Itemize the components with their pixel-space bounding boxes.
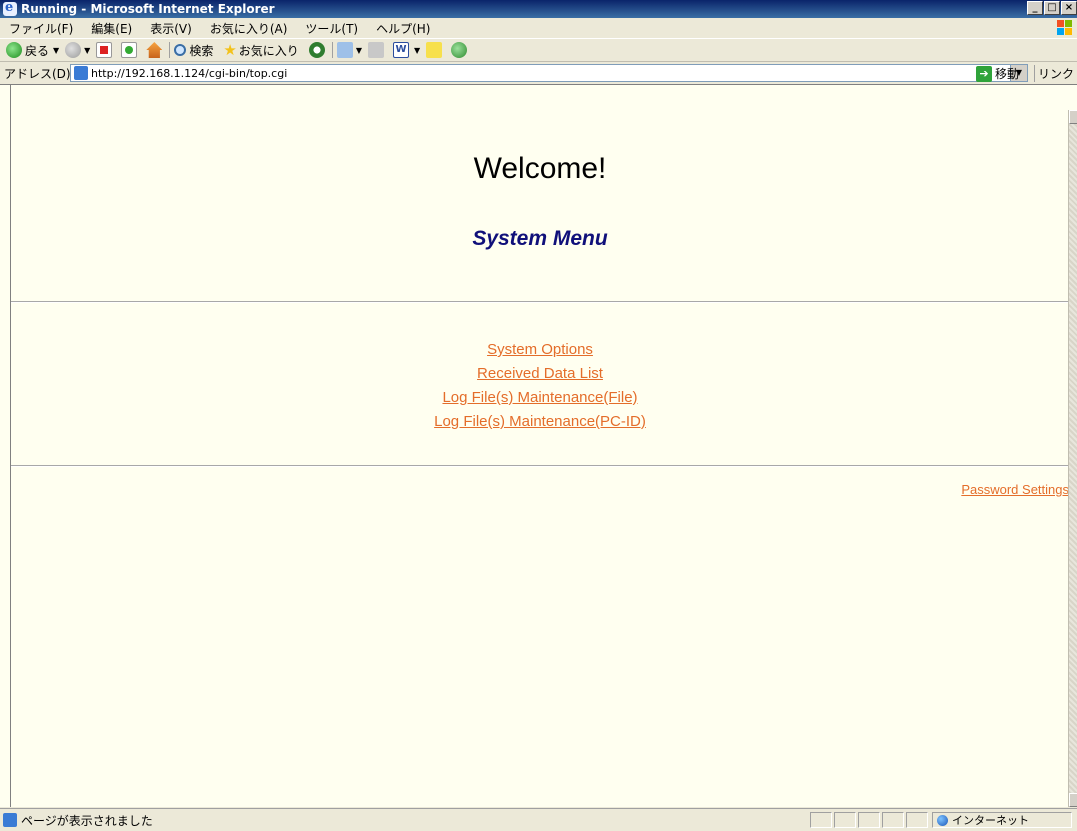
page-icon bbox=[74, 66, 88, 80]
status-bar: ページが表示されました インターネット bbox=[0, 808, 1077, 831]
mail-dropdown-icon[interactable]: ▼ bbox=[356, 46, 362, 55]
star-icon: ★ bbox=[223, 41, 237, 59]
address-bar: アドレス(D) http://192.168.1.124/cgi-bin/top… bbox=[0, 62, 1077, 84]
link-system-options[interactable]: System Options bbox=[11, 338, 1069, 362]
refresh-icon bbox=[121, 42, 138, 58]
menu-favorites[interactable]: お気に入り(A) bbox=[201, 20, 297, 37]
status-pane bbox=[858, 812, 880, 828]
mail-icon bbox=[336, 42, 353, 58]
forward-arrow-icon bbox=[65, 42, 82, 58]
scroll-up-button[interactable] bbox=[1069, 110, 1077, 124]
security-zone[interactable]: インターネット bbox=[932, 812, 1072, 828]
close-button[interactable]: × bbox=[1061, 1, 1077, 15]
back-button[interactable]: 戻る ▼ bbox=[6, 42, 59, 59]
forward-button[interactable]: ▼ bbox=[65, 42, 90, 58]
refresh-button[interactable] bbox=[121, 42, 140, 58]
messenger-button[interactable] bbox=[451, 42, 470, 58]
search-label: 検索 bbox=[189, 43, 214, 58]
menu-tools[interactable]: ツール(T) bbox=[296, 20, 367, 37]
notes-icon bbox=[426, 42, 443, 58]
page-status-icon bbox=[3, 813, 17, 827]
address-input[interactable]: http://192.168.1.124/cgi-bin/top.cgi ▼ bbox=[70, 64, 1028, 82]
stop-icon bbox=[96, 42, 113, 58]
favorites-label: お気に入り bbox=[238, 43, 299, 58]
window-title-bar[interactable]: Running - Microsoft Internet Explorer _ … bbox=[0, 0, 1077, 18]
globe-icon bbox=[937, 814, 948, 826]
toolbar: 戻る ▼ ▼ 検索 ★ お気に入り ▼ W ▼ bbox=[0, 39, 1077, 62]
page-heading: Welcome! bbox=[473, 152, 607, 185]
system-menu-links: System Options Received Data List Log Fi… bbox=[11, 338, 1069, 434]
mail-button[interactable]: ▼ bbox=[336, 42, 362, 58]
link-log-maintenance-pcid[interactable]: Log File(s) Maintenance(PC-ID) bbox=[11, 410, 1069, 434]
toolbar-separator bbox=[331, 42, 333, 58]
back-arrow-icon bbox=[6, 42, 22, 58]
zone-label: インターネット bbox=[952, 814, 1029, 827]
status-pane bbox=[906, 812, 928, 828]
search-button[interactable]: 検索 bbox=[174, 42, 213, 59]
forward-dropdown-icon[interactable]: ▼ bbox=[84, 46, 90, 55]
status-text: ページが表示されました bbox=[21, 813, 153, 828]
page-subheading: System Menu bbox=[472, 227, 608, 250]
print-button[interactable] bbox=[367, 42, 387, 58]
go-button[interactable]: ➔ 移動 bbox=[976, 65, 1019, 82]
toolbar-separator bbox=[169, 42, 171, 58]
history-icon bbox=[308, 42, 325, 58]
status-pane bbox=[882, 812, 904, 828]
edit-button[interactable]: W ▼ bbox=[392, 42, 420, 58]
links-button[interactable]: リンク bbox=[1034, 65, 1074, 82]
menu-view[interactable]: 表示(V) bbox=[141, 20, 201, 37]
search-icon bbox=[174, 44, 187, 56]
content-margin bbox=[0, 85, 10, 807]
menu-edit[interactable]: 編集(E) bbox=[82, 20, 141, 37]
address-label: アドレス(D) bbox=[4, 66, 71, 81]
menu-bar: ファイル(F) 編集(E) 表示(V) お気に入り(A) ツール(T) ヘルプ(… bbox=[0, 18, 1077, 39]
stop-button[interactable] bbox=[96, 42, 115, 58]
menu-help[interactable]: ヘルプ(H) bbox=[367, 20, 439, 37]
go-label: 移動 bbox=[995, 67, 1020, 81]
status-pane bbox=[810, 812, 832, 828]
status-pane bbox=[834, 812, 856, 828]
menu-file[interactable]: ファイル(F) bbox=[0, 20, 82, 37]
scroll-down-button[interactable] bbox=[1069, 793, 1077, 807]
printer-icon bbox=[367, 42, 384, 58]
discuss-button[interactable] bbox=[426, 42, 445, 58]
windows-flag-icon bbox=[1057, 20, 1073, 36]
window-title: Running - Microsoft Internet Explorer bbox=[21, 2, 275, 16]
go-arrow-icon: ➔ bbox=[976, 65, 992, 82]
favorites-button[interactable]: ★ お気に入り bbox=[223, 41, 298, 59]
edit-dropdown-icon[interactable]: ▼ bbox=[414, 46, 420, 55]
back-dropdown-icon[interactable]: ▼ bbox=[53, 46, 59, 55]
divider-top bbox=[11, 301, 1069, 303]
home-icon bbox=[146, 42, 163, 58]
maximize-button[interactable]: □ bbox=[1044, 1, 1060, 15]
window-controls: _ □ × bbox=[1027, 1, 1077, 15]
address-url[interactable]: http://192.168.1.124/cgi-bin/top.cgi bbox=[91, 67, 287, 80]
page-content: Welcome! System Menu System Options Rece… bbox=[10, 85, 1069, 807]
home-button[interactable] bbox=[146, 42, 165, 58]
minimize-button[interactable]: _ bbox=[1027, 1, 1043, 15]
link-password-settings[interactable]: Password Settings bbox=[961, 482, 1069, 497]
link-log-maintenance-file[interactable]: Log File(s) Maintenance(File) bbox=[11, 386, 1069, 410]
ie-logo-icon bbox=[3, 0, 17, 16]
back-label: 戻る bbox=[25, 43, 50, 58]
link-received-data-list[interactable]: Received Data List bbox=[11, 362, 1069, 386]
history-button[interactable] bbox=[308, 42, 328, 58]
vertical-scrollbar[interactable] bbox=[1068, 110, 1077, 807]
word-icon: W bbox=[392, 42, 409, 58]
messenger-icon bbox=[451, 42, 468, 58]
divider-bottom bbox=[11, 465, 1069, 467]
status-panes bbox=[810, 812, 930, 828]
